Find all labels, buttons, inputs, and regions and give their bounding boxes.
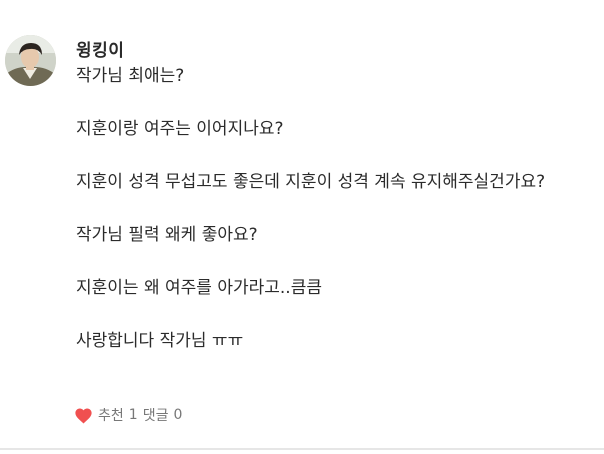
reply-label[interactable]: 댓글 [143, 405, 169, 425]
comment-author[interactable]: 윙킹이 [76, 36, 124, 61]
like-count: 1 [128, 407, 138, 423]
comment-line: 작가님 필력 왜케 좋아요? [76, 225, 258, 245]
divider [0, 448, 604, 450]
comment-footer: 추천 1 댓글 0 [74, 405, 187, 425]
comment-body: 작가님 최애는? 지훈이랑 여주는 이어지나요? 지훈이 성격 무섭고도 좋은데… [76, 64, 596, 353]
reply-count: 0 [173, 407, 183, 423]
comment-line: 작가님 최애는? [76, 66, 185, 86]
heart-icon[interactable] [74, 407, 93, 424]
like-label[interactable]: 추천 [98, 405, 124, 425]
comment-item: 윙킹이 작가님 최애는? 지훈이랑 여주는 이어지나요? 지훈이 성격 무섭고도… [0, 0, 604, 454]
user-avatar-icon [5, 35, 56, 86]
avatar[interactable] [5, 35, 56, 86]
comment-line: 지훈이 성격 무섭고도 좋은데 지훈이 성격 계속 유지해주실건가요? [76, 172, 546, 192]
comment-line: 지훈이랑 여주는 이어지나요? [76, 119, 284, 139]
comment-line: 지훈이는 왜 여주를 아가라고..큼큼 [76, 278, 322, 298]
comment-line: 사랑합니다 작가님 ㅠㅠ [76, 331, 244, 351]
